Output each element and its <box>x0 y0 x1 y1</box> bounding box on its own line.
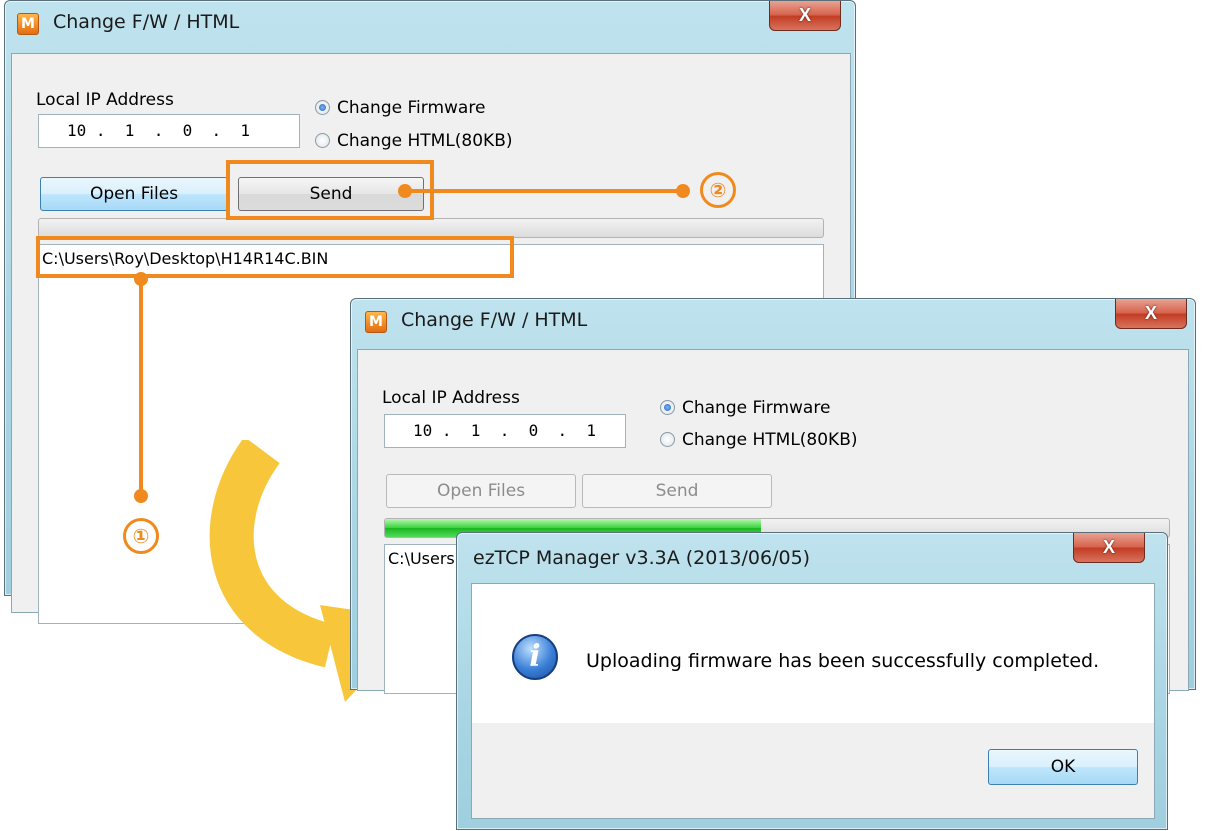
radio-label: Change HTML(80KB) <box>337 131 513 151</box>
window-title: Change F/W / HTML <box>401 309 588 331</box>
window-title: Change F/W / HTML <box>53 11 240 33</box>
radio-checked-icon <box>660 400 675 415</box>
change-firmware-radio[interactable]: Change Firmware <box>315 98 485 118</box>
message-box: ezTCP Manager v3.3A (2013/06/05) X i Upl… <box>456 532 1168 830</box>
title-bar[interactable]: M Change F/W / HTML X <box>351 299 1195 341</box>
message-text: Uploading firmware has been successfully… <box>586 650 1100 672</box>
info-icon: i <box>512 634 558 680</box>
ip-address-input[interactable]: 10 . 1 . 0 . 1 <box>38 114 300 148</box>
ok-button[interactable]: OK <box>988 749 1138 785</box>
title-bar[interactable]: M Change F/W / HTML X <box>5 1 855 43</box>
app-icon: M <box>17 13 39 35</box>
message-box-body: i Uploading firmware has been successful… <box>471 583 1155 819</box>
send-button[interactable]: Send <box>582 474 772 508</box>
change-firmware-radio[interactable]: Change Firmware <box>660 398 830 418</box>
ip-address-label: Local IP Address <box>382 388 520 408</box>
open-files-button[interactable]: Open Files <box>40 177 228 211</box>
change-html-radio[interactable]: Change HTML(80KB) <box>660 430 858 450</box>
title-bar[interactable]: ezTCP Manager v3.3A (2013/06/05) X <box>457 533 1167 575</box>
radio-label: Change Firmware <box>337 98 486 118</box>
radio-checked-icon <box>315 100 330 115</box>
step-1-marker: ① <box>123 518 159 554</box>
close-button[interactable]: X <box>1073 533 1145 563</box>
radio-unchecked-icon <box>660 432 675 447</box>
radio-unchecked-icon <box>315 133 330 148</box>
message-box-footer: OK <box>472 723 1154 818</box>
ip-address-label: Local IP Address <box>36 90 174 110</box>
radio-label: Change HTML(80KB) <box>682 430 858 450</box>
radio-label: Change Firmware <box>682 398 831 418</box>
step-2-marker: ② <box>700 172 736 208</box>
callout-dot-2a <box>398 184 412 198</box>
message-box-title: ezTCP Manager v3.3A (2013/06/05) <box>473 547 811 569</box>
close-button[interactable]: X <box>769 1 841 31</box>
app-icon: M <box>365 311 387 333</box>
callout-dot-1b <box>134 489 148 503</box>
close-button[interactable]: X <box>1115 299 1187 329</box>
change-html-radio[interactable]: Change HTML(80KB) <box>315 131 513 151</box>
ip-address-input[interactable]: 10 . 1 . 0 . 1 <box>384 414 626 448</box>
callout-line-1 <box>139 277 143 497</box>
callout-line-2 <box>405 189 680 193</box>
file-path-highlight <box>36 236 514 278</box>
upload-progress-bar <box>38 218 824 238</box>
callout-dot-1a <box>134 272 148 286</box>
callout-dot-2b <box>676 184 690 198</box>
open-files-button[interactable]: Open Files <box>386 474 576 508</box>
